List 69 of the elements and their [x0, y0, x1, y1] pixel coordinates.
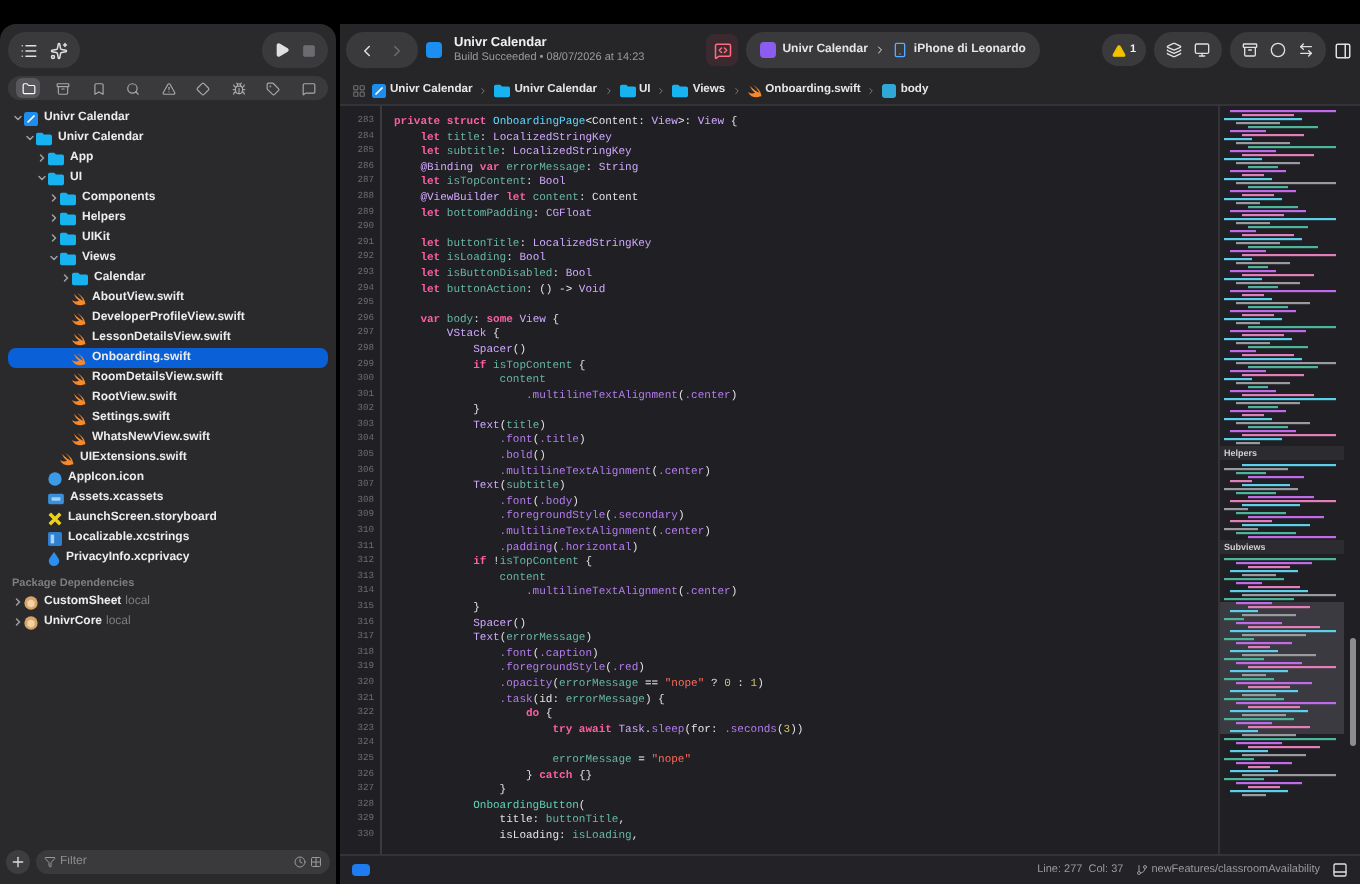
- chevron-icon[interactable]: [36, 152, 48, 164]
- debug-icon: [231, 81, 245, 95]
- property-icon: [882, 83, 897, 97]
- folder-icon: [21, 81, 35, 95]
- plus-icon: [10, 854, 26, 870]
- panel-toggle-icon[interactable]: [1332, 862, 1348, 878]
- project-icon: [426, 42, 442, 58]
- swap-icon[interactable]: [1298, 42, 1314, 58]
- chevron-icon[interactable]: [12, 112, 24, 124]
- chevron-icon[interactable]: [36, 172, 48, 184]
- back-icon[interactable]: [358, 41, 376, 59]
- warning-icon: [1111, 43, 1126, 57]
- package-icon: [24, 615, 38, 629]
- storyboard-icon: [48, 511, 62, 525]
- chevron-icon[interactable]: [48, 192, 60, 204]
- grid-icon[interactable]: [352, 83, 366, 97]
- assets-icon: [48, 491, 64, 505]
- chat-button[interactable]: [706, 34, 739, 66]
- folder-icon: [60, 231, 76, 245]
- bookmark-icon: [91, 81, 105, 95]
- chevron-icon[interactable]: [48, 212, 60, 224]
- project-icon: [372, 83, 386, 97]
- navigator-toggle-icon[interactable]: [20, 41, 38, 59]
- chevron-icon[interactable]: [48, 252, 60, 264]
- chevron-icon: [731, 85, 742, 95]
- privacy-icon: [48, 551, 60, 565]
- inspector-toggle-icon[interactable]: [1334, 41, 1352, 59]
- filter-icon: [44, 856, 56, 868]
- folder-icon: [672, 83, 689, 97]
- chevron-icon: [656, 85, 667, 95]
- archive-icon[interactable]: [1242, 42, 1258, 58]
- run-icon[interactable]: [274, 42, 290, 58]
- swift-icon: [747, 83, 762, 97]
- folder-icon: [619, 83, 635, 97]
- folder-icon: [494, 83, 511, 97]
- status-chip[interactable]: [352, 864, 370, 876]
- chevron-icon[interactable]: [60, 272, 72, 284]
- folder-icon: [60, 251, 76, 265]
- chat-icon: [713, 41, 732, 59]
- chevron-icon: [873, 44, 886, 56]
- phone-icon: [891, 42, 908, 58]
- chevron-icon[interactable]: [48, 232, 60, 244]
- project-icon: [24, 111, 38, 125]
- chevron-icon[interactable]: [24, 132, 36, 144]
- monitor-icon[interactable]: [1194, 42, 1210, 58]
- folder-icon: [48, 151, 64, 165]
- chevron-icon: [478, 85, 489, 95]
- strings-icon: [48, 531, 62, 545]
- chevron-icon: [603, 85, 613, 95]
- chevron-icon: [866, 85, 877, 95]
- grid-icon[interactable]: [310, 856, 322, 868]
- find-tab[interactable]: [121, 78, 145, 98]
- scrollbar-thumb[interactable]: [1349, 638, 1355, 746]
- find-icon: [126, 81, 140, 95]
- source-tab[interactable]: [51, 78, 75, 98]
- folder-icon: [72, 271, 88, 285]
- add-button[interactable]: [6, 850, 30, 874]
- breakpoint-tab[interactable]: [261, 78, 285, 98]
- folder-icon: [60, 211, 76, 225]
- package-icon: [24, 595, 38, 609]
- folder-icon: [48, 171, 64, 185]
- test-tab[interactable]: [191, 78, 215, 98]
- chevron-icon[interactable]: [12, 596, 24, 608]
- branch-icon: [1135, 864, 1148, 876]
- folder-icon: [36, 131, 52, 145]
- folder-icon: [60, 191, 76, 205]
- folder-tab[interactable]: [16, 78, 40, 98]
- clock-icon[interactable]: [294, 856, 306, 868]
- chevron-icon[interactable]: [12, 616, 24, 628]
